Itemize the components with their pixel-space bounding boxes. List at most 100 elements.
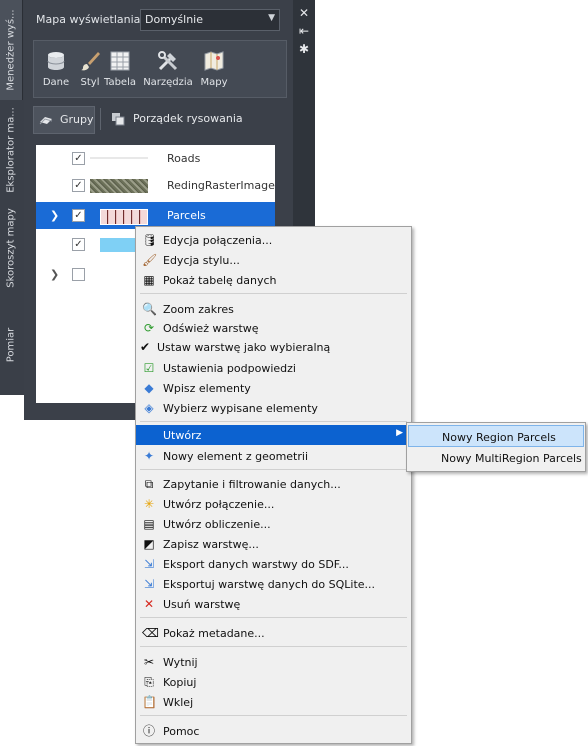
expand-arrow-icon[interactable]: ❯	[50, 268, 59, 281]
layer-name: Roads	[167, 152, 201, 165]
menu-item-label: Pokaż metadane...	[163, 627, 265, 640]
parcels-swatch	[100, 209, 148, 225]
metadata-icon: ⌫	[142, 626, 159, 640]
export-sdf-icon: ⇲	[143, 557, 155, 571]
layer-checkbox[interactable]: ✓	[72, 209, 85, 222]
maps-button-label: Mapy	[200, 77, 228, 88]
new-region-parcels-item[interactable]: Nowy Region Parcels	[408, 425, 584, 447]
new-multiregion-parcels-item[interactable]: Nowy MultiRegion Parcels	[408, 447, 584, 469]
layer-row-roads[interactable]: ✓ Roads	[36, 145, 275, 172]
query-icon: ⧉	[144, 477, 154, 491]
tab-label: Eksplorator ma...	[5, 107, 17, 193]
menu-item-label: Wpisz elementy	[163, 382, 251, 395]
copy-item[interactable]: ⎘ Kopiuj	[136, 672, 411, 692]
remove-layer-item[interactable]: ✕ Usuń warstwę	[136, 594, 411, 614]
export-sqlite-item[interactable]: ⇲ Eksportuj warstwę danych do SQLite...	[136, 574, 411, 594]
brush-icon	[81, 52, 100, 71]
tab-label: Pomiar	[5, 327, 17, 363]
expand-arrow-icon[interactable]: ❯	[50, 209, 59, 222]
tab-display-manager[interactable]: Menedżer wyś...	[0, 0, 23, 100]
layer-row-parcels[interactable]: ❯ ✓ Parcels	[36, 202, 275, 229]
create-calculation-item[interactable]: ▤ Utwórz obliczenie...	[136, 514, 411, 534]
tab-survey[interactable]: Pomiar	[0, 300, 22, 390]
edit-style-item[interactable]: 🖌 Edycja stylu...	[136, 250, 411, 270]
new-feature-from-geometry-item[interactable]: ✦ Nowy element z geometrii	[136, 446, 411, 466]
map-select[interactable]: Domyślnie ▼	[140, 9, 280, 31]
menu-separator	[140, 646, 407, 647]
menu-item-label: Wklej	[163, 696, 194, 709]
zoom-extent-item[interactable]: 🔍 Zoom zakres	[136, 299, 411, 319]
menu-item-label: Wybierz wypisane elementy	[163, 402, 318, 415]
save-layer-item[interactable]: ◩ Zapisz warstwę...	[136, 534, 411, 554]
show-metadata-item[interactable]: ⌫ Pokaż metadane...	[136, 623, 411, 643]
layer-checkbox[interactable]: ✓	[72, 152, 85, 165]
tools-button-label: Narzędzia	[143, 77, 193, 88]
help-item[interactable]: ⓘ Pomoc	[136, 721, 411, 741]
menu-item-label: Ustaw warstwę jako wybieralną	[157, 341, 331, 354]
create-join-item[interactable]: ✳ Utwórz połączenie...	[136, 494, 411, 514]
menu-item-label: Edycja połączenia...	[163, 234, 273, 247]
select-listed-item[interactable]: ◈ Wybierz wypisane elementy	[136, 398, 411, 418]
groups-button[interactable]: Grupy	[33, 106, 95, 134]
menu-item-label: Zapisz warstwę...	[163, 538, 259, 551]
menu-item-label: Wytnij	[163, 656, 198, 669]
cut-item[interactable]: ✂ Wytnij	[136, 652, 411, 672]
check-icon: ✔	[139, 340, 151, 354]
maps-button[interactable]: Mapy	[194, 41, 234, 97]
paste-item[interactable]: 📋 Wklej	[136, 692, 411, 712]
table-button[interactable]: Tabela	[100, 41, 140, 97]
set-selectable-item[interactable]: ✔ Ustaw warstwę jako wybieralną	[136, 337, 411, 357]
draw-order-button[interactable]: Porządek rysowania	[108, 106, 248, 132]
new-feature-icon: ✦	[143, 449, 155, 463]
menu-item-label: Zoom zakres	[163, 303, 234, 316]
export-sqlite-icon: ⇲	[143, 577, 155, 591]
create-submenu: Nowy Region Parcels Nowy MultiRegion Par…	[406, 422, 586, 472]
layer-row-raster[interactable]: ✓ RedingRasterImage	[36, 172, 275, 199]
list-features-item[interactable]: ◆ Wpisz elementy	[136, 378, 411, 398]
menu-item-label: Zapytanie i filtrowanie danych...	[163, 478, 341, 491]
map-icon	[204, 51, 224, 71]
tab-map-explorer[interactable]: Eksplorator ma...	[0, 100, 22, 200]
show-data-table-item[interactable]: ▦ Pokaż tabelę danych	[136, 270, 411, 290]
menu-item-label: Utwórz połączenie...	[163, 498, 275, 511]
menu-item-label: Utwórz	[163, 429, 202, 442]
chevron-down-icon: ▼	[268, 13, 275, 23]
map-select-value: Domyślnie	[145, 13, 204, 26]
layer-checkbox[interactable]: ✓	[72, 179, 85, 192]
draw-order-icon	[112, 113, 125, 126]
tab-label: Menedżer wyś...	[5, 9, 17, 91]
edit-connection-item[interactable]: 🛢 Edycja połączenia...	[136, 230, 411, 250]
calculator-icon: ▤	[143, 517, 155, 531]
database-icon	[47, 52, 65, 70]
pin-icon[interactable]: ⇤	[297, 24, 311, 38]
layer-toolbar: Dane Styl Tabela Narzędzia Mapy	[33, 40, 287, 98]
tools-button[interactable]: Narzędzia	[142, 41, 194, 97]
menu-separator	[140, 715, 407, 716]
query-filter-item[interactable]: ⧉ Zapytanie i filtrowanie danych...	[136, 474, 411, 494]
close-icon[interactable]: ✕	[297, 6, 311, 20]
tools-icon	[158, 51, 178, 71]
layer-checkbox[interactable]: ✓	[72, 238, 85, 251]
menu-item-label: Eksportuj warstwę danych do SQLite...	[163, 578, 376, 591]
menu-item-label: Nowy element z geometrii	[163, 450, 308, 463]
shapes-icon: ◆	[144, 381, 154, 395]
layer-checkbox[interactable]	[72, 268, 85, 281]
help-icon: ⓘ	[142, 724, 155, 738]
tooltip-settings-item[interactable]: ☑ Ustawienia podpowiedzi	[136, 358, 411, 378]
select-shapes-icon: ◈	[144, 401, 154, 415]
settings-icon[interactable]: ✱	[297, 42, 311, 56]
draw-order-label: Porządek rysowania	[133, 112, 243, 125]
database-edit-icon: 🛢	[142, 233, 158, 247]
menu-separator	[140, 617, 407, 618]
create-submenu-item[interactable]: Utwórz ▶	[136, 425, 411, 445]
menu-item-label: Pomoc	[163, 725, 200, 738]
menu-item-label: Ustawienia podpowiedzi	[163, 362, 296, 375]
copy-icon: ⎘	[144, 675, 154, 689]
menu-item-label: Edycja stylu...	[163, 254, 240, 267]
menu-item-label: Utwórz obliczenie...	[163, 518, 271, 531]
export-sdf-item[interactable]: ⇲ Eksport danych warstwy do SDF...	[136, 554, 411, 574]
layer-name: Parcels	[167, 209, 206, 222]
tab-map-book[interactable]: Skoroszyt mapy	[0, 200, 22, 295]
paste-icon: 📋	[142, 695, 157, 709]
refresh-layer-item[interactable]: ⟳ Odśwież warstwę	[136, 318, 411, 338]
